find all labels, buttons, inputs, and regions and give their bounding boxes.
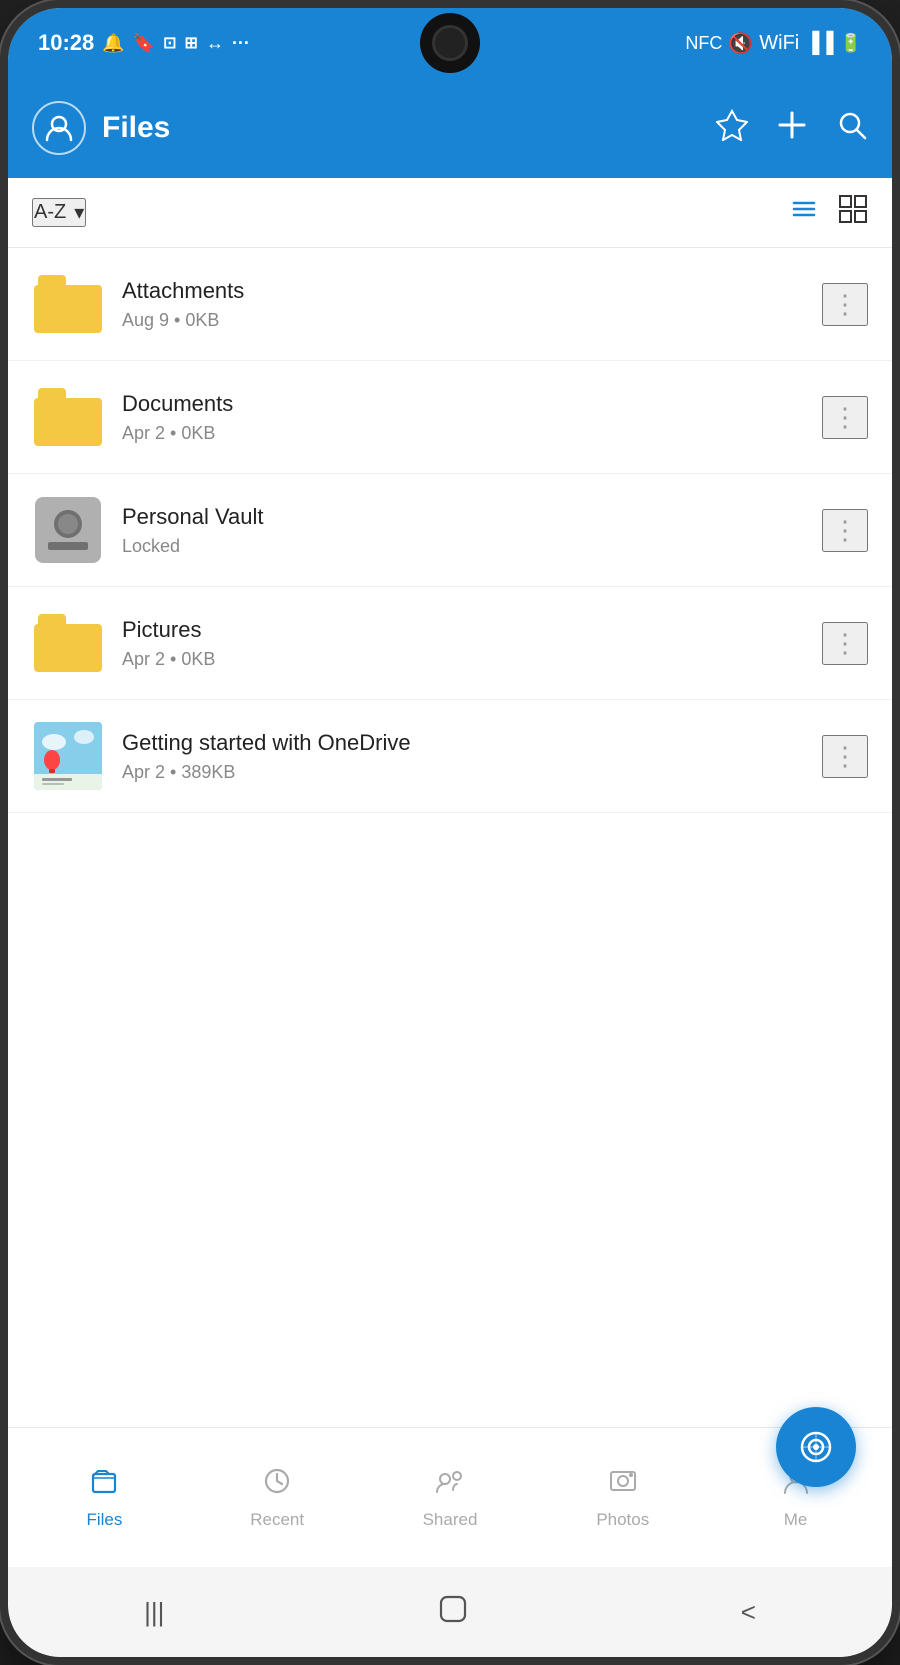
folder-icon-pictures xyxy=(32,607,104,679)
camera-lens xyxy=(432,25,468,61)
list-item[interactable]: Attachments Aug 9 • 0KB ⋮ xyxy=(8,248,892,361)
file-info-onedrive: Getting started with OneDrive Apr 2 • 38… xyxy=(122,730,804,783)
shared-nav-icon xyxy=(435,1466,465,1504)
file-name: Getting started with OneDrive xyxy=(122,730,804,756)
files-nav-icon xyxy=(89,1466,119,1504)
file-meta: Apr 2 • 0KB xyxy=(122,423,804,444)
sort-arrow: ▾ xyxy=(74,200,84,225)
list-item[interactable]: Personal Vault Locked ⋮ xyxy=(8,474,892,587)
file-info-attachments: Attachments Aug 9 • 0KB xyxy=(122,278,804,331)
grid-view-icon[interactable] xyxy=(838,194,868,231)
file-info-documents: Documents Apr 2 • 0KB xyxy=(122,391,804,444)
time-display: 10:28 xyxy=(38,30,94,56)
more-options-button[interactable]: ⋮ xyxy=(822,509,868,552)
status-icon-3: ⊡ xyxy=(163,33,176,53)
status-icon-1: 🔔 xyxy=(102,33,124,54)
battery-icon: 🔋 xyxy=(840,33,862,54)
nav-item-photos[interactable]: Photos xyxy=(536,1466,709,1530)
vault-icon-wrap xyxy=(32,494,104,566)
files-nav-label: Files xyxy=(86,1510,122,1530)
status-right-icons: NFC 🔇 WiFi ▐▐ 🔋 xyxy=(685,31,862,56)
status-bar: 10:28 🔔 🔖 ⊡ ⊞ ↔ ··· NFC 🔇 WiFi ▐▐ 🔋 xyxy=(8,8,892,78)
app-header: Files xyxy=(8,78,892,178)
sort-button[interactable]: A-Z ▾ xyxy=(32,198,86,227)
folder-icon-documents xyxy=(32,381,104,453)
more-options-button[interactable]: ⋮ xyxy=(822,735,868,778)
file-meta: Locked xyxy=(122,536,804,557)
folder-icon-attachments xyxy=(32,268,104,340)
file-name: Pictures xyxy=(122,617,804,643)
file-list: Attachments Aug 9 • 0KB ⋮ Documents Apr … xyxy=(8,248,892,1427)
wifi-icon: WiFi xyxy=(759,32,799,55)
bottom-nav: Files Recent xyxy=(8,1427,892,1567)
file-meta: Apr 2 • 0KB xyxy=(122,649,804,670)
mute-icon: 🔇 xyxy=(728,31,753,56)
file-info-pictures: Pictures Apr 2 • 0KB xyxy=(122,617,804,670)
home-button[interactable] xyxy=(437,1593,469,1632)
phone-screen: 10:28 🔔 🔖 ⊡ ⊞ ↔ ··· NFC 🔇 WiFi ▐▐ 🔋 xyxy=(8,8,892,1657)
file-meta: Aug 9 • 0KB xyxy=(122,310,804,331)
phone-frame: 10:28 🔔 🔖 ⊡ ⊞ ↔ ··· NFC 🔇 WiFi ▐▐ 🔋 xyxy=(0,0,900,1665)
toolbar: A-Z ▾ xyxy=(8,178,892,248)
status-icon-2: 🔖 xyxy=(133,33,155,54)
shared-nav-label: Shared xyxy=(423,1510,478,1530)
doc-icon-onedrive xyxy=(32,720,104,792)
list-item[interactable]: Pictures Apr 2 • 0KB ⋮ xyxy=(8,587,892,700)
signal-icon: ▐▐ xyxy=(805,32,833,55)
more-options-button[interactable]: ⋮ xyxy=(822,396,868,439)
recent-nav-icon xyxy=(262,1466,292,1504)
me-nav-label: Me xyxy=(784,1510,808,1530)
file-meta: Apr 2 • 389KB xyxy=(122,762,804,783)
recent-nav-label: Recent xyxy=(250,1510,304,1530)
file-name: Documents xyxy=(122,391,804,417)
camera-fab[interactable] xyxy=(776,1407,856,1487)
app-title: Files xyxy=(102,111,700,145)
nav-item-files[interactable]: Files xyxy=(18,1466,191,1530)
nfc-icon: NFC xyxy=(685,33,722,54)
more-options-button[interactable]: ⋮ xyxy=(822,283,868,326)
back-button[interactable]: < xyxy=(741,1597,756,1628)
header-actions xyxy=(716,109,868,148)
nav-item-shared[interactable]: Shared xyxy=(364,1466,537,1530)
toolbar-right xyxy=(790,194,868,231)
file-info-vault: Personal Vault Locked xyxy=(122,504,804,557)
list-view-icon[interactable] xyxy=(790,195,818,230)
menu-button[interactable]: ||| xyxy=(144,1597,164,1628)
premium-button[interactable] xyxy=(716,109,748,148)
search-button[interactable] xyxy=(836,109,868,148)
nav-item-recent[interactable]: Recent xyxy=(191,1466,364,1530)
file-name: Attachments xyxy=(122,278,804,304)
status-icon-4: ⊞ xyxy=(185,33,198,53)
add-button[interactable] xyxy=(776,109,808,148)
photos-nav-label: Photos xyxy=(596,1510,649,1530)
avatar-button[interactable] xyxy=(32,101,86,155)
system-nav: ||| < xyxy=(8,1567,892,1657)
list-item[interactable]: Documents Apr 2 • 0KB ⋮ xyxy=(8,361,892,474)
status-icon-6: ··· xyxy=(232,33,250,54)
sort-label: A-Z xyxy=(34,201,66,224)
file-name: Personal Vault xyxy=(122,504,804,530)
list-item[interactable]: Getting started with OneDrive Apr 2 • 38… xyxy=(8,700,892,813)
status-icon-5: ↔ xyxy=(206,33,224,54)
photos-nav-icon xyxy=(608,1466,638,1504)
more-options-button[interactable]: ⋮ xyxy=(822,622,868,665)
status-time: 10:28 🔔 🔖 ⊡ ⊞ ↔ ··· xyxy=(38,30,250,56)
camera-notch xyxy=(420,13,480,73)
